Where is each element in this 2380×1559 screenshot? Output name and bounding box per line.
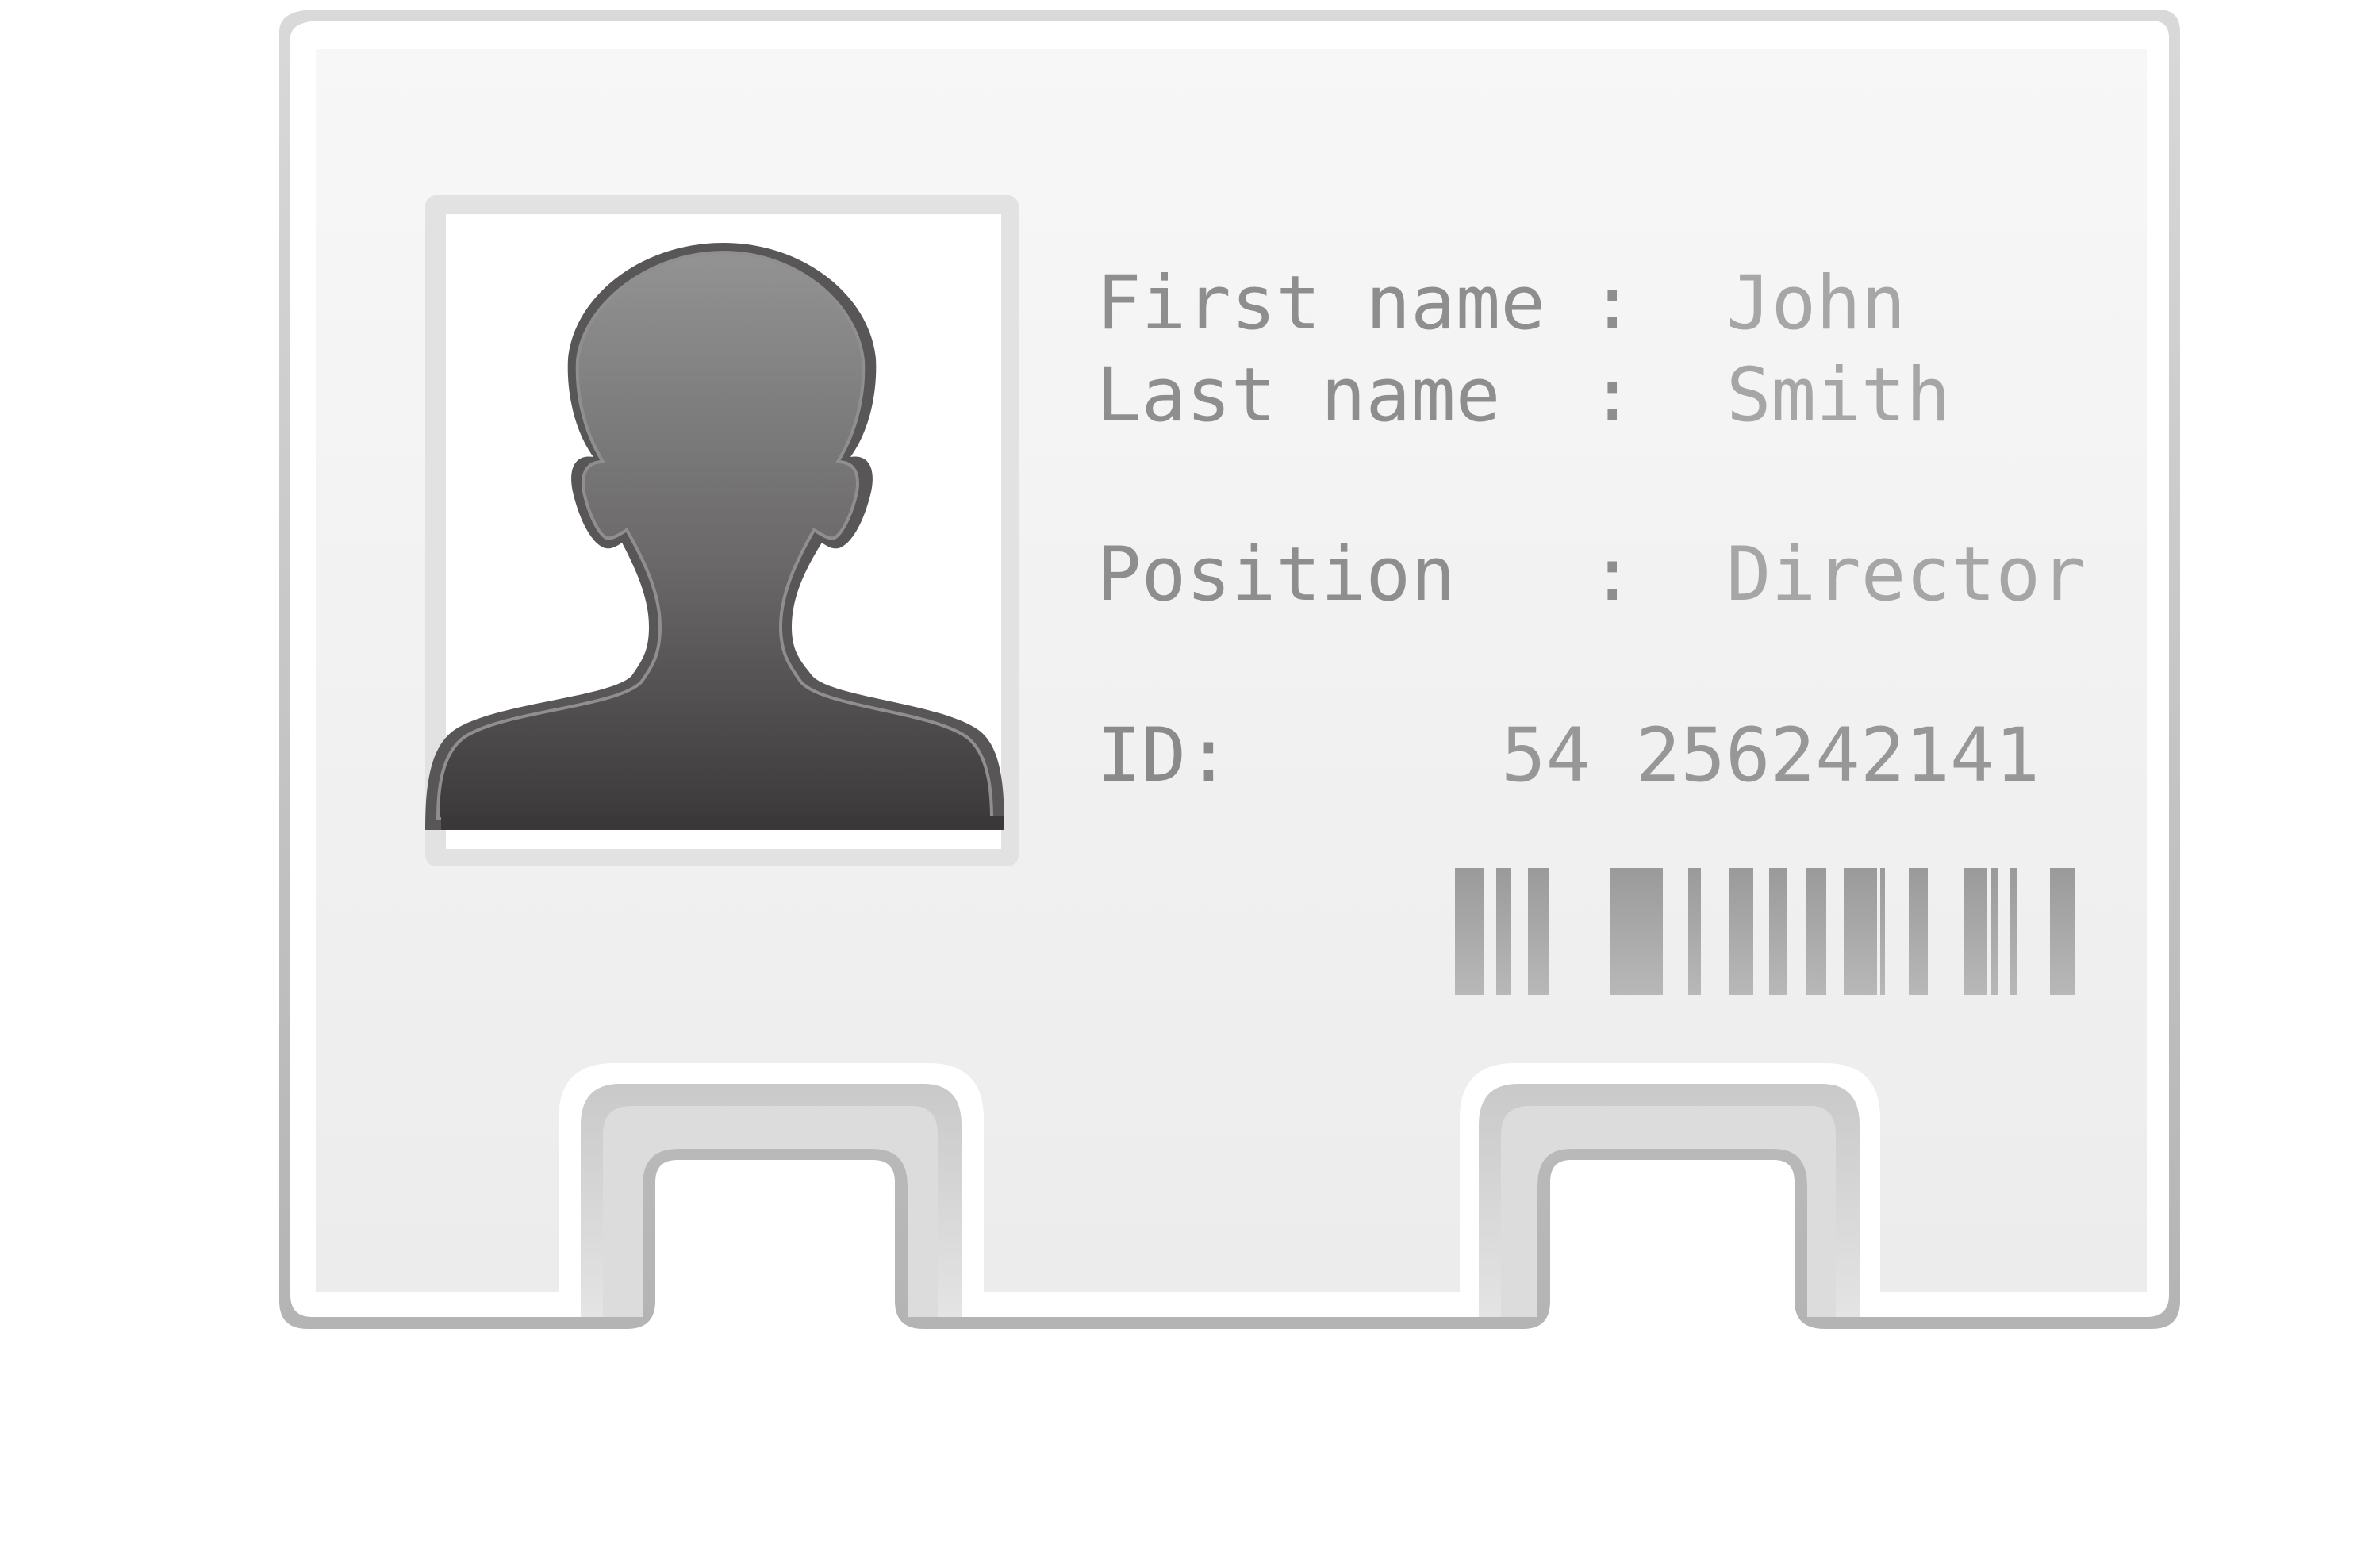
field-value-first-name: John: [1726, 260, 1906, 347]
id-number: 54 256242141: [1501, 712, 2040, 799]
field-separator-position: :: [1590, 532, 1635, 618]
id-label: ID:: [1096, 712, 1231, 799]
id-card-stage: First name : John Last name : Smith Posi…: [0, 0, 2380, 1559]
field-value-last-name: Smith: [1726, 352, 1951, 439]
photo-frame: [425, 195, 1019, 866]
field-value-position: Director: [1726, 532, 2086, 618]
field-label-last-name: Last name: [1096, 352, 1500, 439]
field-separator-first-name: :: [1590, 260, 1635, 347]
id-card: First name : John Last name : Smith Posi…: [279, 10, 2180, 1329]
field-label-position: Position: [1096, 532, 1456, 618]
field-label-first-name: First name: [1096, 260, 1545, 347]
field-separator-last-name: :: [1590, 352, 1635, 439]
